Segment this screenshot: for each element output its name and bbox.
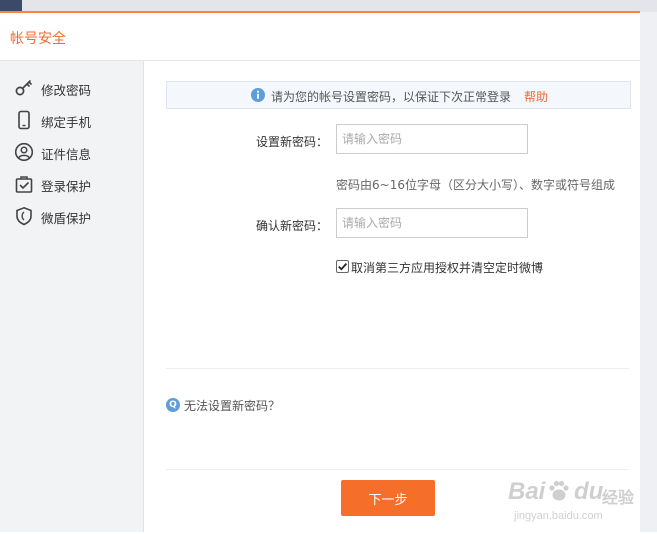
login-protect-icon — [15, 176, 33, 193]
browser-top-strip — [0, 0, 657, 13]
sidebar-item-bind-phone[interactable]: 绑定手机 — [0, 107, 143, 135]
divider — [166, 469, 629, 470]
revoke-auth-checkbox[interactable] — [336, 260, 349, 273]
key-icon — [15, 80, 32, 96]
sidebar-item-label: 绑定手机 — [41, 115, 92, 130]
next-step-button[interactable]: 下一步 — [341, 480, 435, 516]
sidebar-item-label: 登录保护 — [41, 179, 92, 194]
watermark-url: jingyan.baidu.com — [514, 510, 603, 522]
new-password-input[interactable] — [336, 124, 528, 154]
info-icon — [251, 88, 265, 102]
panel-header: 帐号安全 — [0, 13, 640, 61]
id-card-icon — [14, 142, 34, 162]
sidebar-item-change-password[interactable]: 修改密码 — [0, 75, 143, 103]
sidebar-item-login-protect[interactable]: 登录保护 — [0, 171, 143, 199]
question-icon: Q — [166, 398, 180, 412]
confirm-password-label: 确认新密码： — [255, 219, 328, 233]
watermark-brand-right: du — [574, 478, 604, 505]
watermark-brand-left: Bai — [508, 478, 546, 505]
watermark-brand-cn: 经验 — [602, 488, 635, 507]
divider — [166, 368, 629, 369]
cant-set-password-link[interactable]: 无法设置新密码？ — [184, 397, 280, 414]
sidebar-item-label: 微盾保护 — [41, 211, 92, 226]
notice-text: 请为您的帐号设置密码，以保证下次正常登录 — [271, 90, 512, 104]
sidebar: 修改密码 绑定手机 证件信息 登录保护 微盾保护 — [0, 61, 144, 532]
paw-icon — [549, 480, 569, 501]
sidebar-item-id-info[interactable]: 证件信息 — [0, 139, 143, 167]
account-security-panel: 帐号安全 修改密码 绑定手机 证件信息 登录保护 微盾保护 请为您的帐号设置密码… — [0, 13, 640, 532]
new-password-label: 设置新密码： — [255, 135, 328, 149]
sidebar-item-weidun-protect[interactable]: 微盾保护 — [0, 203, 143, 231]
baidu-watermark: Bai du 经验 jingyan.baidu.com — [498, 470, 634, 534]
page-title: 帐号安全 — [10, 31, 66, 47]
sidebar-item-label: 证件信息 — [41, 147, 92, 162]
revoke-auth-label[interactable]: 取消第三方应用授权并清空定时微博 — [351, 259, 543, 276]
notice-bar: 请为您的帐号设置密码，以保证下次正常登录 帮助 — [166, 81, 631, 109]
sidebar-item-label: 修改密码 — [41, 83, 92, 98]
shield-icon — [16, 206, 32, 226]
phone-icon — [18, 110, 30, 130]
password-hint: 密码由6~16位字母（区分大小写）、数字或符号组成 — [336, 178, 615, 192]
help-link[interactable]: 帮助 — [524, 88, 548, 105]
right-edge — [640, 12, 657, 532]
confirm-password-input[interactable] — [336, 208, 528, 238]
checkmark-icon — [338, 263, 348, 271]
